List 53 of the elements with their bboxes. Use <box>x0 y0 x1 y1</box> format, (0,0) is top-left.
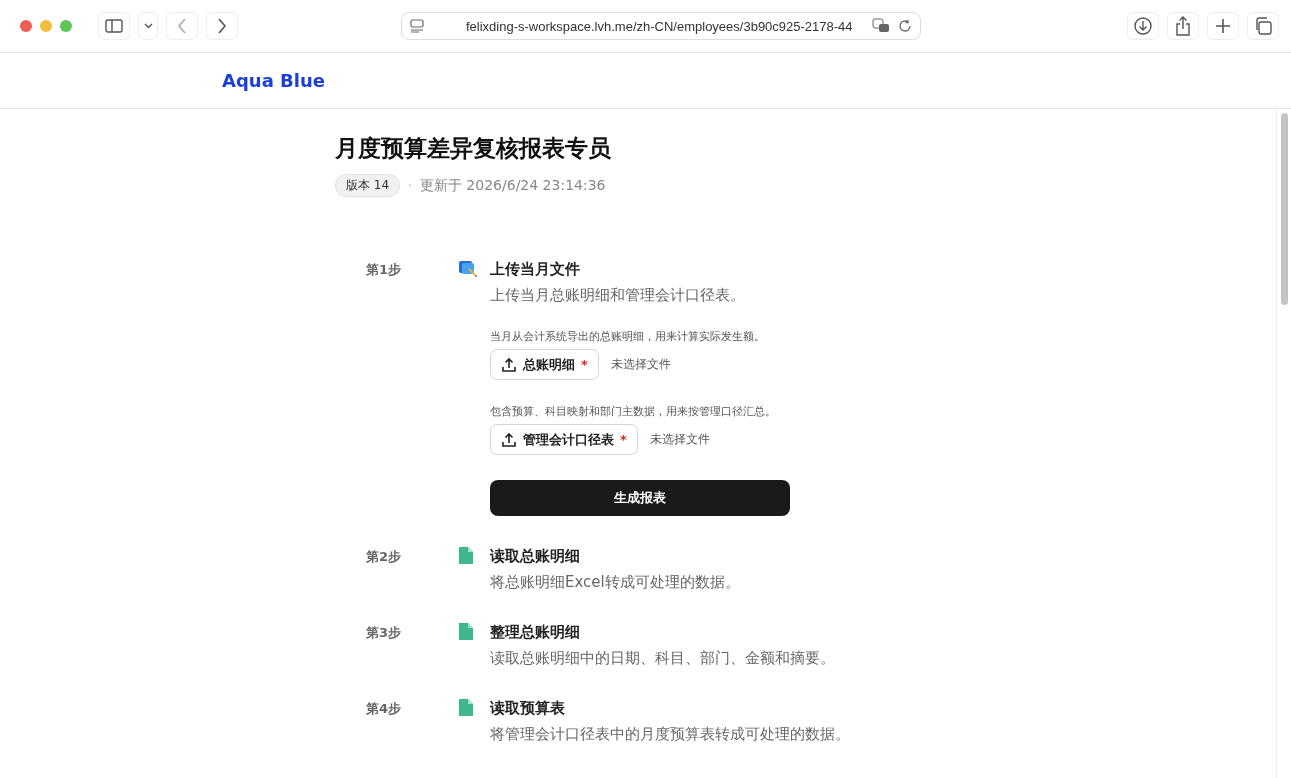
page-title: 月度预算差异复核报表专员 <box>335 134 612 163</box>
file-status: 未选择文件 <box>649 431 710 448</box>
scrollbar-thumb[interactable] <box>1280 113 1288 305</box>
step-description: 将总账明细Excel转成可处理的数据。 <box>490 572 741 592</box>
step-title: 上传当月文件 <box>490 259 581 279</box>
step-label: 第4步 <box>366 700 403 718</box>
step-label: 第1步 <box>366 261 403 279</box>
page-menu-icon[interactable] <box>410 19 424 33</box>
upload-hint: 包含预算、科目映射和部门主数据，用来按管理口径汇总。 <box>490 404 777 419</box>
step-description: 上传当月总账明细和管理会计口径表。 <box>490 285 746 305</box>
updated-time: 更新于 2026/6/24 23:14:36 <box>419 176 606 195</box>
new-tab-button[interactable] <box>1207 12 1239 40</box>
csv-file-icon <box>459 699 473 716</box>
file-upload-button[interactable]: 总账明细 * <box>490 349 599 380</box>
brand-logo[interactable]: Aqua Blue <box>222 70 325 91</box>
step-description: 将管理会计口径表中的月度预算表转成可处理的数据。 <box>490 724 851 744</box>
step-title: 读取总账明细 <box>490 546 581 566</box>
csv-file-icon <box>459 547 473 564</box>
upload-icon <box>501 356 517 373</box>
share-button[interactable] <box>1167 12 1199 40</box>
chevron-down-icon <box>143 23 153 29</box>
step-label: 第3步 <box>366 624 403 642</box>
generate-report-button[interactable]: 生成报表 <box>490 480 790 516</box>
sidebar-icon <box>105 19 123 33</box>
tabs-icon <box>1254 17 1272 35</box>
csv-file-icon <box>459 623 473 640</box>
step-label: 第2步 <box>366 548 403 566</box>
tab-menu-button[interactable] <box>138 12 158 40</box>
tab-overview-button[interactable] <box>1247 12 1279 40</box>
separator-dot: · <box>408 178 412 193</box>
translate-icon[interactable] <box>872 18 890 34</box>
upload-folder-icon <box>459 260 478 277</box>
file-status: 未选择文件 <box>610 356 671 373</box>
step-title: 整理总账明细 <box>490 622 581 642</box>
back-icon <box>177 18 187 34</box>
close-window-button[interactable] <box>20 20 32 32</box>
address-bar[interactable]: felixding-s-workspace.lvh.me/zh-CN/employees/3b90c925-2178-44 <box>401 12 921 40</box>
file-upload-button[interactable]: 管理会计口径表 * <box>490 424 638 455</box>
back-button[interactable] <box>166 12 198 40</box>
zoom-window-button[interactable] <box>60 20 72 32</box>
upload-hint: 当月从会计系统导出的总账明细，用来计算实际发生额。 <box>490 329 766 344</box>
step-title: 读取预算表 <box>490 698 566 718</box>
forward-icon <box>217 18 227 34</box>
download-icon <box>1134 17 1152 35</box>
sidebar-toggle-button[interactable] <box>98 12 130 40</box>
share-icon <box>1175 16 1191 36</box>
download-button[interactable] <box>1127 12 1159 40</box>
step-description: 读取总账明细中的日期、科目、部门、金额和摘要。 <box>490 648 836 668</box>
reload-icon[interactable] <box>898 19 912 33</box>
upload-icon <box>501 431 517 448</box>
plus-icon <box>1215 18 1231 34</box>
forward-button[interactable] <box>206 12 238 40</box>
version-badge: 版本 14 <box>335 174 401 197</box>
